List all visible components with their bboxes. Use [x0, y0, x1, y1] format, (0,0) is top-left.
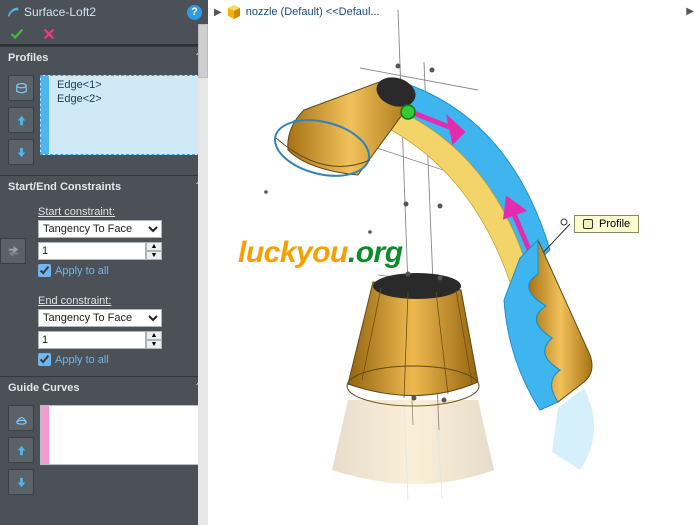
panel-header: Surface-Loft2 ?: [0, 0, 208, 24]
section-constraints-header[interactable]: Start/End Constraints ˆ: [0, 175, 208, 198]
spin-up-button[interactable]: ▲: [146, 242, 162, 251]
end-constraint-block: End constraint: Tangency To Face ▲ ▼ A: [0, 287, 208, 376]
guide-list[interactable]: [40, 405, 200, 465]
help-icon[interactable]: ?: [187, 5, 202, 20]
profiles-list[interactable]: Edge<1> Edge<2>: [40, 75, 200, 155]
section-profiles-header[interactable]: Profiles ˆ: [0, 46, 208, 69]
start-apply-all-label: Apply to all: [55, 265, 109, 277]
start-apply-all-checkbox[interactable]: [38, 264, 51, 277]
end-magnitude-input[interactable]: [38, 331, 146, 349]
graphics-viewport[interactable]: ▶ nozzle (Default) <<Defaul... ▶: [208, 0, 700, 525]
guide-stripe: [41, 406, 49, 464]
section-profiles-body: Edge<1> Edge<2>: [0, 69, 208, 175]
profile-item[interactable]: Edge<1>: [57, 78, 195, 92]
profile-callout[interactable]: Profile: [574, 215, 639, 233]
end-apply-all-label: Apply to all: [55, 354, 109, 366]
guide-icon[interactable]: [8, 405, 34, 431]
move-down-button[interactable]: [8, 139, 34, 165]
flip-end-button[interactable]: [0, 238, 26, 264]
profiles-icon[interactable]: [8, 75, 34, 101]
ok-icon[interactable]: [10, 27, 24, 41]
end-apply-all-checkbox[interactable]: [38, 353, 51, 366]
cancel-icon[interactable]: [42, 27, 56, 41]
start-magnitude-input[interactable]: [38, 242, 146, 260]
section-guide-body: [0, 399, 208, 505]
start-constraint-label: Start constraint:: [38, 206, 200, 218]
section-guide-header[interactable]: Guide Curves ˆ: [0, 376, 208, 399]
section-guide-title: Guide Curves: [8, 382, 80, 394]
profile-item[interactable]: Edge<2>: [57, 92, 195, 106]
move-up-button[interactable]: [8, 107, 34, 133]
guide-move-up-button[interactable]: [8, 437, 34, 463]
section-constraints-title: Start/End Constraints: [8, 181, 121, 193]
spin-down-button[interactable]: ▼: [146, 251, 162, 260]
feature-name: Surface-Loft2: [24, 5, 96, 19]
callout-handle-icon: [583, 219, 593, 229]
spin-up-button[interactable]: ▲: [146, 331, 162, 340]
accept-bar: [0, 24, 208, 44]
spin-down-button[interactable]: ▼: [146, 340, 162, 349]
watermark: luckyou.org: [238, 236, 403, 270]
panel-scrollbar[interactable]: [198, 24, 208, 525]
scroll-thumb[interactable]: [198, 24, 208, 78]
section-profiles-title: Profiles: [8, 52, 48, 64]
end-constraint-label: End constraint:: [38, 295, 200, 307]
guide-move-down-button[interactable]: [8, 469, 34, 495]
start-constraint-select[interactable]: Tangency To Face: [38, 220, 162, 238]
start-constraint-block: Start constraint: Tangency To Face ▲ ▼: [0, 198, 208, 287]
property-manager-panel: Surface-Loft2 ? Profiles ˆ: [0, 0, 208, 525]
callout-label: Profile: [599, 218, 630, 230]
selection-stripe: [41, 76, 49, 154]
surface-loft-icon: [6, 5, 20, 19]
end-constraint-select[interactable]: Tangency To Face: [38, 309, 162, 327]
